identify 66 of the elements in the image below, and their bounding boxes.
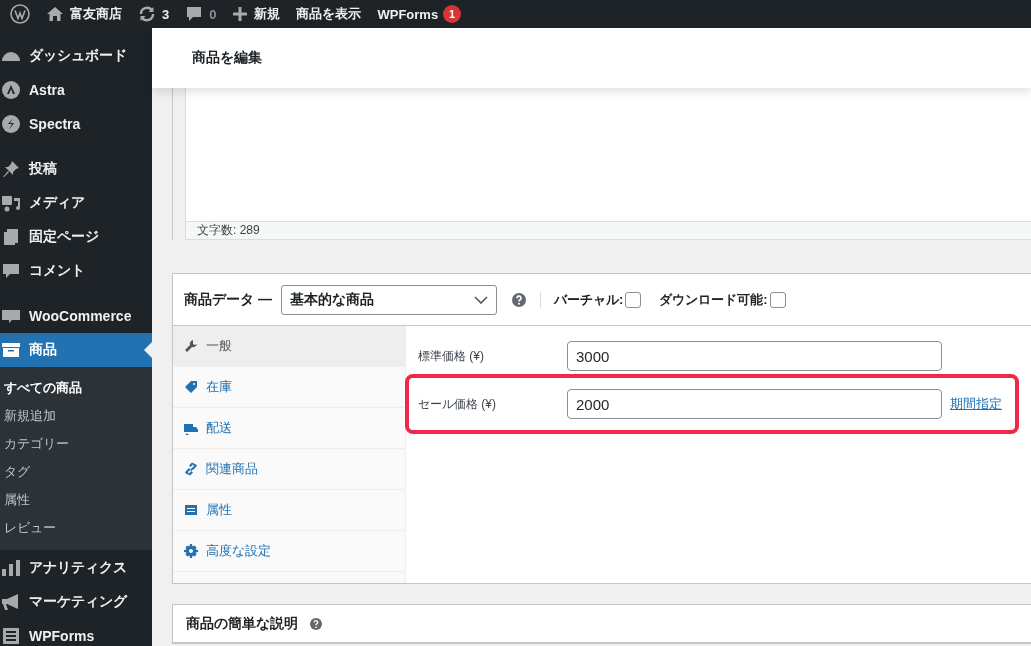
tag-icon: [184, 380, 198, 394]
media-icon: [1, 193, 21, 213]
menu-item[interactable]: Astra: [0, 73, 152, 107]
notification-badge: 1: [443, 5, 462, 23]
refresh-icon: [138, 5, 156, 23]
truck-icon: [184, 421, 198, 435]
page-title: 商品を編集: [192, 49, 262, 67]
bar-chart-icon: [1, 558, 21, 578]
data-tab[interactable]: 一般: [173, 326, 405, 367]
submenu-item[interactable]: レビュー: [0, 514, 152, 542]
data-tab[interactable]: 配送: [173, 408, 405, 449]
data-tab[interactable]: 在庫: [173, 367, 405, 408]
menu-item[interactable]: マーケティング: [0, 585, 152, 619]
link-icon: [184, 462, 198, 476]
archive-box-icon: [1, 340, 21, 360]
admin-bar-item[interactable]: 3: [130, 0, 178, 28]
wrench-icon: [184, 339, 198, 353]
home-icon: [46, 6, 64, 22]
comment-icon: [1, 261, 21, 281]
submenu-item[interactable]: すべての商品: [0, 374, 152, 402]
list-icon: [184, 503, 198, 517]
price-input[interactable]: 3000: [567, 341, 942, 371]
data-tab[interactable]: 関連商品: [173, 449, 405, 490]
admin-bar-item[interactable]: 富友商店: [38, 0, 130, 28]
text-editor[interactable]: 文字数: 289: [185, 88, 1031, 240]
panel-title: 商品の簡単な説明: [186, 614, 298, 633]
menu-item[interactable]: メディア: [0, 186, 152, 220]
help-icon[interactable]: [310, 617, 322, 630]
admin-bar-item[interactable]: 商品を表示: [288, 0, 370, 28]
submenu-item[interactable]: タグ: [0, 458, 152, 486]
price-input[interactable]: 2000: [567, 389, 942, 419]
pages-icon: [1, 227, 21, 247]
product-type-select[interactable]: 基本的な商品: [280, 284, 497, 315]
menu-item[interactable]: WPForms: [0, 619, 152, 646]
menu-item[interactable]: WooCommerce: [0, 299, 152, 333]
menu-item[interactable]: Spectra: [0, 107, 152, 141]
option-label: ダウンロード可能:: [659, 290, 768, 309]
field-label: セール価格 (¥): [418, 395, 497, 413]
submenu-item[interactable]: 新規追加: [0, 402, 152, 430]
data-tab[interactable]: 属性: [173, 490, 405, 531]
option-label: バーチャル:: [553, 290, 624, 309]
schedule-link[interactable]: 期間指定: [950, 395, 1002, 413]
menu-item[interactable]: 商品: [0, 333, 152, 367]
submenu-item[interactable]: 属性: [0, 486, 152, 514]
gear-icon: [184, 544, 198, 558]
pin-icon: [1, 159, 21, 179]
comment-icon: [185, 5, 204, 23]
submenu-item[interactable]: カテゴリー: [0, 430, 152, 458]
checkbox[interactable]: [625, 291, 642, 308]
checkbox[interactable]: [769, 291, 786, 308]
menu-item[interactable]: ダッシュボード: [0, 39, 152, 73]
admin-bar-item[interactable]: WPForms 1: [369, 0, 470, 28]
chevron-down-icon: [473, 295, 488, 304]
field-label: 標準価格 (¥): [418, 347, 485, 365]
menu-item[interactable]: 固定ページ: [0, 220, 152, 254]
admin-bar-item[interactable]: 0: [177, 0, 225, 28]
panel-title: 商品データ —: [184, 290, 272, 309]
megaphone-icon: [1, 592, 21, 612]
menu-item[interactable]: コメント: [0, 254, 152, 288]
plus-icon: [232, 6, 249, 22]
menu-item[interactable]: アナリティクス: [0, 551, 152, 585]
data-tab[interactable]: 高度な設定: [173, 531, 405, 572]
admin-bar-item[interactable]: 新規: [224, 0, 289, 28]
menu-item[interactable]: 投稿: [0, 152, 152, 186]
help-icon[interactable]: [511, 292, 526, 307]
word-count: 文字数: 289: [197, 222, 260, 239]
